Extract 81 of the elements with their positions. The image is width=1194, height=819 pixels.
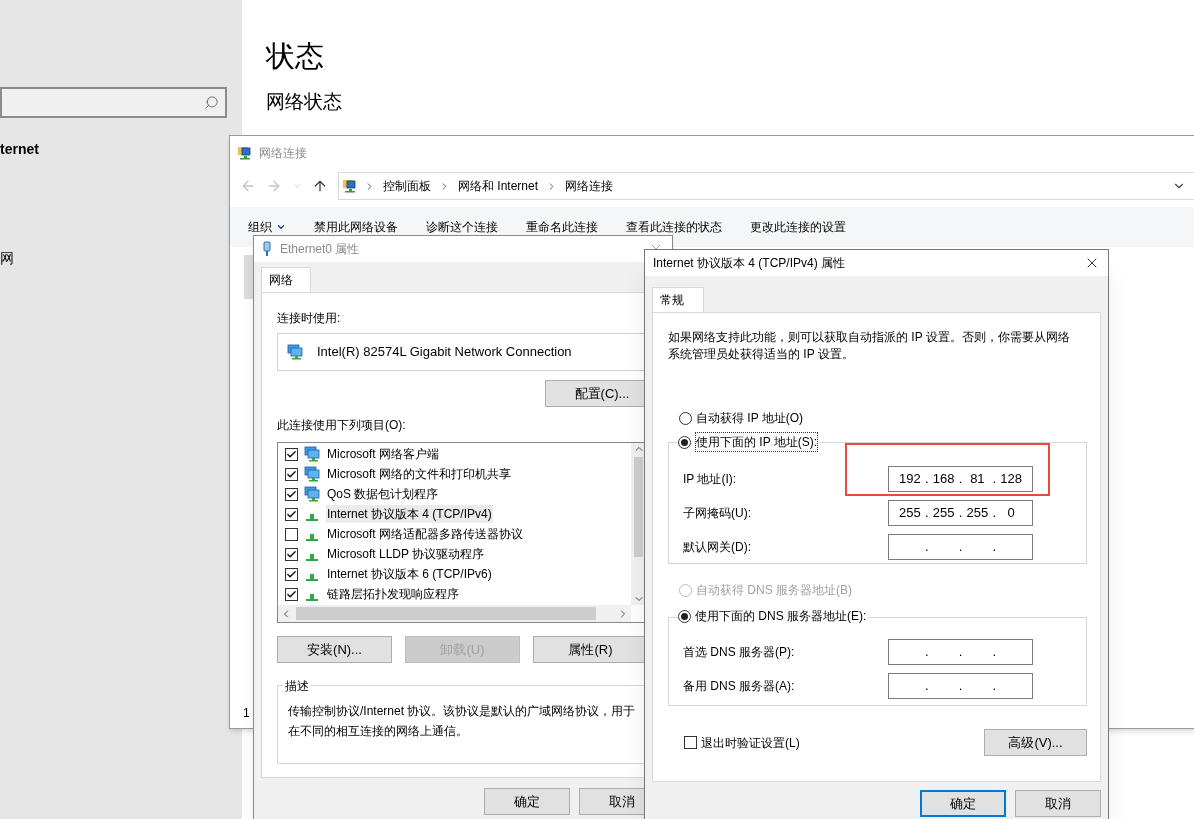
search-icon [204, 95, 219, 110]
list-item[interactable]: Internet 协议版本 4 (TCP/IPv4) [326, 505, 493, 523]
caret-icon [276, 222, 286, 232]
checkbox[interactable] [285, 527, 298, 541]
list-item[interactable]: Microsoft LLDP 协议驱动程序 [326, 545, 486, 563]
description-text: 传输控制协议/Internet 协议。该协议是默认的广域网络协议，用于在不同的相互连接的网络上通信。 [288, 703, 637, 740]
radio-button[interactable] [678, 435, 691, 449]
dialog-button[interactable]: 高级(V)... [984, 729, 1087, 756]
computer-icon [287, 344, 303, 360]
page-title: 状态 [266, 39, 325, 74]
toolbar-button[interactable]: 查看此连接的状态 [626, 218, 722, 236]
breadcrumb-item[interactable]: 网络连接 [563, 177, 616, 195]
list-label: 此连接使用下列项目(O): [277, 417, 407, 434]
computer-icon [304, 466, 320, 482]
breadcrumb-item[interactable]: 网络和 Internet [456, 177, 541, 195]
list-item[interactable]: Internet 协议版本 6 (TCP/IPv6) [326, 565, 493, 583]
checkbox[interactable] [285, 567, 298, 581]
ip-address-field[interactable]: . . . [888, 673, 1033, 699]
field-label: 首选 DNS 服务器(P): [683, 644, 795, 661]
components-list[interactable]: Microsoft 网络客户端 Microsoft 网络的文件和打印机共享 QoS 数据包计划程序 Internet 协议版本 4 (TCP/IPv4) Microsoft 网络适配器多路传送器协议 Microsoft LLDP 协议驱动程序 Internet 协议版本 6 (TCP/IPv6) 链路层拓扑发现响应程序 [277, 442, 647, 623]
list-item[interactable]: Microsoft 网络的文件和打印机共享 [326, 465, 512, 483]
radio-button[interactable] [679, 411, 692, 425]
connection-icon [244, 255, 254, 299]
list-item[interactable]: Microsoft 网络客户端 [326, 445, 440, 463]
protocol-icon [306, 514, 318, 521]
checkbox[interactable] [285, 467, 298, 481]
dialog-button[interactable]: 取消 [1015, 790, 1101, 817]
checkbox[interactable] [285, 547, 298, 561]
list-item[interactable]: Microsoft 网络适配器多路传送器协议 [326, 525, 524, 543]
network-folder-icon [342, 178, 358, 194]
status-bar-text: 1 [243, 705, 250, 722]
radio-label[interactable]: 自动获得 IP 地址(O) [696, 409, 804, 427]
sidebar-item[interactable]: 网 [0, 248, 14, 269]
toolbar-button[interactable]: 更改此连接的设置 [750, 218, 846, 236]
field-label: 备用 DNS 服务器(A): [683, 678, 795, 695]
toolbar-button[interactable]: 禁用此网络设备 [314, 218, 398, 236]
checkbox-label[interactable]: 退出时验证设置(L) [701, 733, 800, 752]
ip-address-field[interactable]: . . . [888, 639, 1033, 665]
window-title: Internet 协议版本 4 (TCP/IPv4) 属性 [653, 255, 846, 272]
checkbox[interactable] [684, 736, 697, 749]
ip-address-field[interactable]: 192 . 168 . 81 . 128 [888, 466, 1033, 492]
list-item[interactable]: QoS 数据包计划程序 [326, 485, 440, 503]
toolbar-button[interactable]: 诊断这个连接 [426, 218, 498, 236]
address-bar[interactable]: 控制面板 网络和 Internet 网络连接 [338, 172, 1194, 200]
window-title: Ethernet0 属性 [280, 241, 360, 258]
field-label: IP 地址(I): [683, 471, 737, 488]
dialog-button[interactable]: 确定 [484, 788, 570, 815]
protocol-icon [306, 574, 318, 581]
window-title: 网络连接 [259, 144, 307, 162]
ip-address-field[interactable]: 255 . 255 . 255 . 0 [888, 500, 1033, 526]
checkbox[interactable] [285, 587, 298, 601]
protocol-icon [306, 534, 318, 541]
search-field[interactable] [0, 87, 227, 118]
checkbox[interactable] [285, 507, 298, 521]
network-folder-icon [237, 144, 253, 161]
tab[interactable]: 网络 [261, 267, 311, 292]
field-label: 默认网关(D): [683, 539, 751, 556]
tab[interactable]: 常规 [652, 287, 704, 312]
computer-icon [304, 446, 320, 462]
group-title: 描述 [283, 677, 311, 695]
list-item[interactable]: 链路层拓扑发现响应程序 [326, 585, 460, 603]
section-title: 网络状态 [266, 89, 342, 114]
protocol-icon [306, 554, 318, 561]
dialog-button[interactable]: 确定 [920, 790, 1006, 817]
sidebar-section-title: ternet [0, 140, 39, 159]
protocol-icon [306, 594, 318, 601]
intro-text: 如果网络支持此功能，则可以获取自动指派的 IP 设置。否则，你需要从网络系统管理员处获得适当的 IP 设置。 [668, 329, 1071, 363]
toolbar-button[interactable]: 组织 [248, 218, 286, 236]
radio-label[interactable]: 使用下面的 IP 地址(S): [695, 432, 819, 452]
checkbox[interactable] [285, 487, 298, 501]
computer-icon [304, 486, 320, 502]
adapter-icon [262, 241, 272, 257]
field-label: 子网掩码(U): [683, 505, 751, 522]
ip-address-field[interactable]: . . . [888, 534, 1033, 560]
checkbox[interactable] [285, 447, 298, 461]
up-icon[interactable] [312, 178, 328, 194]
radio-button[interactable] [678, 609, 691, 623]
toolbar-button[interactable]: 重命名此连接 [526, 218, 598, 236]
breadcrumb-item[interactable]: 控制面板 [381, 177, 433, 195]
field-label: 连接时使用: [277, 310, 342, 327]
dialog-button[interactable]: 安装(N)... [277, 636, 392, 663]
